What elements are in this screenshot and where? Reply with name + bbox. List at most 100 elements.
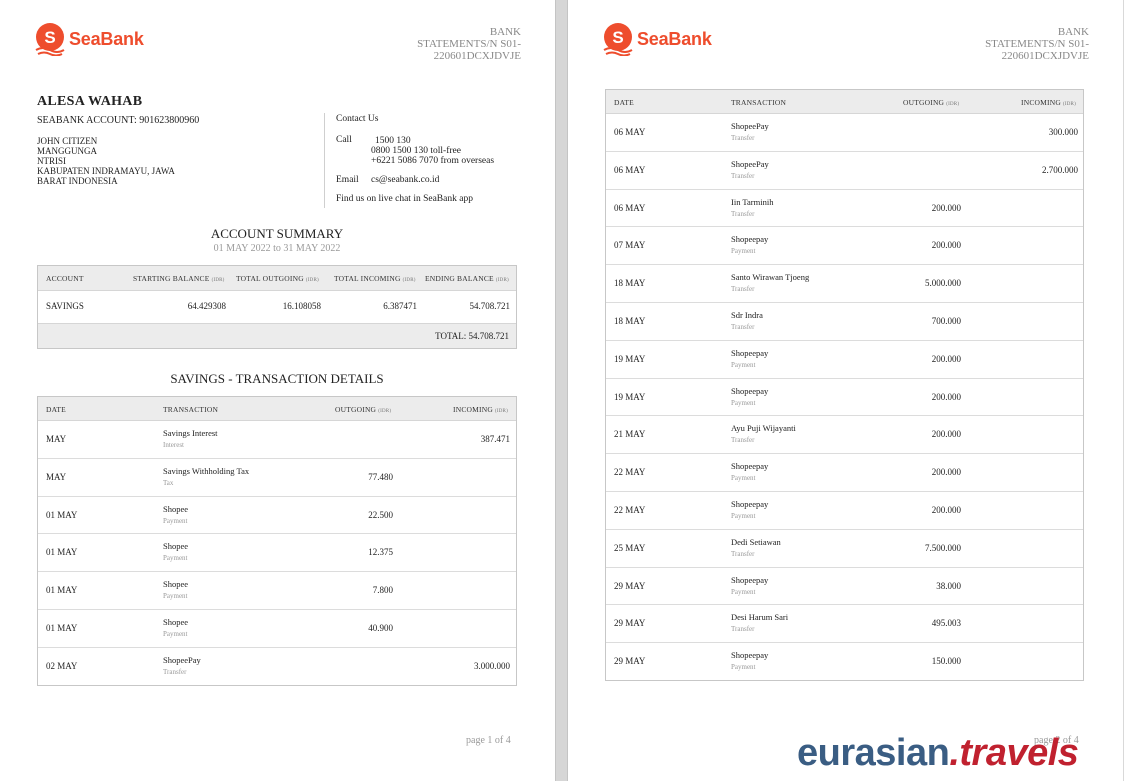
page-number: page 1 of 4 bbox=[466, 735, 511, 746]
contact-title: Contact Us bbox=[336, 114, 379, 124]
col-starting: STARTING BALANCE (IDR) bbox=[133, 274, 225, 283]
transaction-date: 06 MAY bbox=[614, 202, 646, 213]
address-line: BARAT INDONESIA bbox=[37, 176, 118, 186]
transaction-row: 19 MAY Shopeepay Payment 200.000 bbox=[606, 341, 1083, 379]
customer-address: JOHN CITIZEN MANGGUNGA NTRISI KABUPATEN … bbox=[37, 136, 197, 186]
col-outgoing: TOTAL OUTGOING (IDR) bbox=[236, 274, 319, 283]
transaction-row: 01 MAY Shopee Payment 22.500 bbox=[38, 497, 516, 535]
transaction-date: MAY bbox=[46, 471, 67, 482]
email-link[interactable]: cs@seabank.co.id bbox=[371, 175, 439, 185]
transaction-outgoing: 200.000 bbox=[931, 353, 961, 364]
col-outgoing: OUTGOING (IDR) bbox=[903, 98, 960, 107]
transaction-outgoing: 7.800 bbox=[372, 585, 393, 596]
transaction-incoming: 387.471 bbox=[480, 434, 510, 444]
statement-line: 220601DCXJDVJE bbox=[433, 50, 521, 62]
statement-number: BANK STATEMENTS/N S01- 220601DCXJDVJE bbox=[939, 26, 1089, 62]
transaction-row: 29 MAY Desi Harum Sari Transfer 495.003 bbox=[606, 605, 1083, 644]
transaction-name: Shopeepay bbox=[731, 574, 769, 585]
transaction-outgoing: 495.003 bbox=[931, 618, 961, 629]
transaction-row: 25 MAY Dedi Setiawan Transfer 7.500.000 bbox=[606, 530, 1083, 568]
statement-line: STATEMENTS/N S01- bbox=[985, 38, 1089, 50]
page-gap bbox=[555, 0, 568, 781]
transaction-date: 21 MAY bbox=[614, 429, 646, 440]
transaction-type: Interest bbox=[163, 441, 184, 449]
transaction-type: Payment bbox=[731, 360, 756, 369]
col-transaction: TRANSACTION bbox=[163, 405, 219, 414]
transaction-name: Shopee bbox=[163, 617, 189, 627]
seabank-logo: S SeaBank bbox=[601, 22, 712, 56]
transaction-name: Shopeepay bbox=[731, 234, 769, 245]
transaction-name: Sdr Indra bbox=[731, 310, 763, 320]
transaction-date: 01 MAY bbox=[46, 585, 78, 596]
transaction-row: 19 MAY Shopeepay Payment 200.000 bbox=[606, 379, 1083, 417]
transaction-row: 06 MAY Iin Tarminih Transfer 200.000 bbox=[606, 190, 1083, 228]
transaction-incoming: 3.000.000 bbox=[474, 660, 510, 671]
statement-line: BANK bbox=[489, 26, 521, 38]
transaction-date: 25 MAY bbox=[614, 542, 646, 553]
transaction-outgoing: 700.000 bbox=[931, 316, 961, 326]
col-date: DATE bbox=[614, 98, 634, 107]
transaction-date: 06 MAY bbox=[614, 127, 646, 137]
transaction-row: 01 MAY Shopee Payment 40.900 bbox=[38, 610, 516, 648]
summary-title: ACCOUNT SUMMARY bbox=[210, 226, 344, 241]
transaction-type: Payment bbox=[163, 630, 188, 638]
transactions-header: DATE TRANSACTION OUTGOING (IDR) INCOMING… bbox=[38, 397, 516, 421]
transaction-date: 22 MAY bbox=[614, 505, 646, 515]
transaction-row: 07 MAY Shopeepay Payment 200.000 bbox=[606, 227, 1083, 266]
transaction-date: 19 MAY bbox=[614, 353, 646, 364]
account-summary-table: ACCOUNT STARTING BALANCE (IDR) TOTAL OUT… bbox=[37, 265, 517, 349]
transaction-name: Shopee bbox=[163, 579, 189, 590]
transaction-type: Payment bbox=[163, 554, 188, 563]
call-numbers: 1500 130 0800 1500 130 toll-free +6221 5… bbox=[371, 136, 494, 166]
address-line: JOHN CITIZEN bbox=[37, 136, 98, 146]
transaction-row: 22 MAY Shopeepay Payment 200.000 bbox=[606, 454, 1083, 492]
transaction-outgoing: 200.000 bbox=[931, 202, 961, 213]
svg-text:S: S bbox=[612, 28, 623, 47]
transaction-type: Transfer bbox=[731, 209, 755, 218]
transaction-name: Iin Tarminih bbox=[731, 196, 774, 207]
col-account: ACCOUNT bbox=[46, 274, 84, 283]
transaction-type: Transfer bbox=[731, 323, 755, 331]
summary-total: TOTAL: 54.708.721 bbox=[435, 331, 509, 341]
transaction-outgoing: 5.000.000 bbox=[925, 278, 961, 289]
svg-text:S: S bbox=[44, 28, 55, 47]
col-incoming: INCOMING (IDR) bbox=[1021, 98, 1076, 107]
transaction-outgoing: 38.000 bbox=[936, 580, 961, 591]
address-line: KABUPATEN INDRAMAYU, JAWA bbox=[37, 166, 175, 176]
transaction-name: Desi Harum Sari bbox=[731, 612, 789, 623]
transaction-outgoing: 12.375 bbox=[368, 547, 393, 558]
transaction-outgoing: 200.000 bbox=[931, 505, 961, 515]
address-line: NTRISI bbox=[37, 156, 66, 166]
transaction-name: Savings Interest bbox=[163, 428, 218, 438]
contact-divider bbox=[324, 113, 325, 208]
transaction-type: Payment bbox=[731, 398, 756, 407]
transaction-date: 01 MAY bbox=[46, 623, 78, 633]
transaction-name: Santo Wirawan Tjoeng bbox=[731, 272, 810, 283]
transaction-date: 19 MAY bbox=[614, 391, 646, 402]
transaction-row: 06 MAY ShopeePay Transfer 300.000 bbox=[606, 114, 1083, 152]
transaction-row: 21 MAY Ayu Puji Wijayanti Transfer 200.000 bbox=[606, 416, 1083, 455]
transaction-row: 18 MAY Santo Wirawan Tjoeng Transfer 5.000.… bbox=[606, 265, 1083, 303]
seabank-logo-icon: S bbox=[603, 23, 633, 56]
transaction-date: 07 MAY bbox=[614, 240, 646, 251]
watermark-main: eurasian bbox=[797, 732, 950, 774]
account-number: SEABANK ACCOUNT: 901623800960 bbox=[37, 115, 200, 126]
transaction-date: 29 MAY bbox=[614, 580, 646, 591]
transaction-row: 06 MAY ShopeePay Transfer 2.700.000 bbox=[606, 152, 1083, 190]
transaction-type: Transfer bbox=[163, 667, 187, 676]
transactions-table-page-1: DATE TRANSACTION OUTGOING (IDR) INCOMING… bbox=[37, 396, 517, 686]
transactions-header: DATE TRANSACTION OUTGOING (IDR) INCOMING… bbox=[606, 90, 1083, 114]
transaction-row: 29 MAY Shopeepay Payment 38.000 bbox=[606, 568, 1083, 606]
statement-line: STATEMENTS/N S01- bbox=[417, 38, 521, 50]
statement-line: BANK bbox=[1057, 26, 1089, 38]
transaction-date: 18 MAY bbox=[614, 316, 646, 326]
summary-outgoing: 16.108058 bbox=[282, 301, 321, 311]
summary-row: SAVINGS 64.429308 16.108058 6.387471 54.… bbox=[38, 291, 516, 323]
transaction-incoming: 2.700.000 bbox=[1042, 164, 1078, 175]
transaction-name: Shopeepay bbox=[731, 385, 769, 396]
col-date: DATE bbox=[46, 405, 66, 414]
transaction-date: 29 MAY bbox=[614, 656, 646, 667]
transaction-date: 01 MAY bbox=[46, 509, 78, 520]
transaction-name: Shopeepay bbox=[731, 650, 769, 661]
transaction-outgoing: 22.500 bbox=[368, 509, 393, 520]
